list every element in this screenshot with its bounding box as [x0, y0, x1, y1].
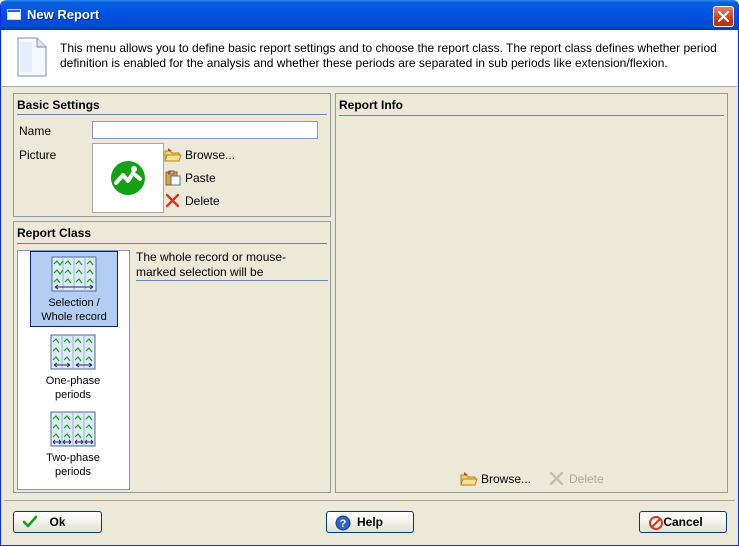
basic-settings-divider — [17, 114, 327, 115]
ok-button-label: Ok — [49, 515, 66, 529]
window-title: New Report — [27, 7, 100, 22]
class-item-label: One-phase — [45, 375, 101, 387]
picture-delete-label: Delete — [185, 194, 220, 208]
report-info-divider — [339, 115, 724, 116]
info-text: This menu allows you to define basic rep… — [60, 41, 717, 70]
document-icon — [17, 37, 47, 77]
report-info-browse-label: Browse... — [481, 472, 532, 486]
title-bar[interactable]: New Report — [1, 0, 738, 30]
folder-open-icon — [164, 148, 182, 162]
button-bar-separator — [4, 500, 735, 501]
paste-icon — [165, 170, 181, 186]
name-label: Name — [19, 124, 52, 138]
class-item-label: Selection / — [48, 297, 100, 309]
report-info-delete-label: Delete — [569, 472, 604, 486]
selection-whole-record-icon — [51, 256, 97, 292]
basic-settings-title: Basic Settings — [17, 98, 100, 112]
delete-x-icon — [549, 471, 564, 486]
report-class-list: Selection / Whole record One-phase perio… — [17, 250, 130, 490]
picture-paste-label: Paste — [185, 171, 216, 185]
class-item-label: Two-phase — [46, 452, 100, 464]
help-button[interactable]: ? Help — [326, 511, 414, 533]
report-info-panel: Report Info Browse... Delete — [335, 93, 728, 493]
class-item-two-phase-periods[interactable]: Two-phase periods — [30, 407, 118, 483]
window-icon — [7, 9, 21, 20]
close-button[interactable] — [713, 6, 734, 27]
basic-settings-panel: Basic Settings Name Picture Browse... Pa… — [13, 93, 331, 217]
class-item-selection-whole-record[interactable]: Selection / Whole record — [30, 251, 118, 327]
report-class-divider — [17, 243, 327, 244]
two-phase-periods-icon — [50, 411, 96, 447]
picture-label: Picture — [19, 148, 57, 162]
new-report-dialog: New Report This menu allows you to defin… — [0, 0, 739, 546]
cancel-button-label: Cancel — [663, 515, 703, 529]
picture-preview[interactable] — [92, 143, 164, 213]
report-class-title: Report Class — [17, 226, 92, 240]
report-logo-icon — [111, 161, 145, 195]
help-button-label: Help — [356, 515, 383, 529]
class-item-one-phase-periods[interactable]: One-phase periods — [30, 330, 118, 406]
report-class-description: The whole record or mouse-marked selecti… — [136, 250, 287, 279]
report-class-description-divider — [136, 280, 328, 281]
class-item-label: periods — [54, 389, 92, 401]
class-item-label: Whole record — [41, 311, 107, 323]
cancel-button[interactable]: Cancel — [639, 511, 727, 533]
report-class-panel: Report Class Selection / Whole record On… — [13, 221, 331, 493]
ok-button[interactable]: Ok — [13, 511, 102, 533]
name-input[interactable] — [92, 121, 318, 139]
report-info-title: Report Info — [339, 98, 403, 112]
info-band: This menu allows you to define basic rep… — [2, 30, 737, 87]
folder-open-icon — [460, 472, 478, 486]
close-icon — [718, 11, 729, 22]
one-phase-periods-icon — [50, 334, 96, 370]
picture-browse-label: Browse... — [185, 148, 236, 162]
class-item-label: periods — [54, 466, 92, 478]
delete-x-icon — [165, 193, 180, 208]
